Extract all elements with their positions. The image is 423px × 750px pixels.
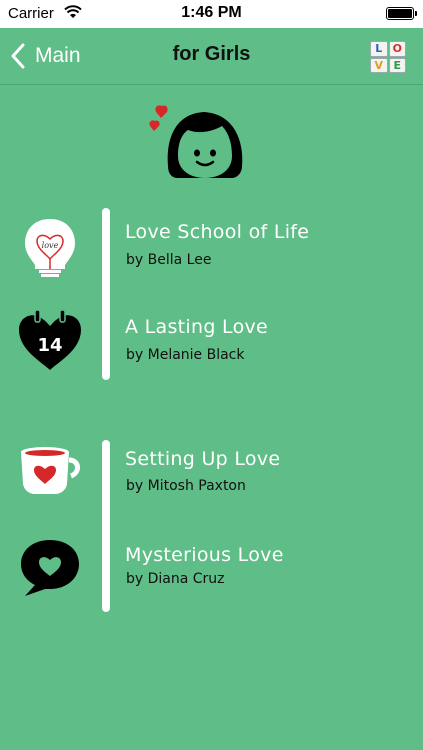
navigation-bar: Main for Girls L O V E	[0, 28, 423, 85]
book-author: by Bella Lee	[126, 252, 212, 268]
page-title: for Girls	[172, 43, 251, 65]
book-title: Love School of Life	[125, 221, 310, 243]
book-author: by Mitosh Paxton	[126, 478, 246, 494]
status-bar: Carrier 1:46 PM	[0, 0, 423, 28]
battery-icon	[386, 7, 417, 20]
lightbulb-heart-icon: love	[25, 219, 75, 277]
love-logo-button[interactable]: L O V E	[370, 41, 406, 73]
logo-letter: O	[388, 41, 406, 57]
book-item-love-school-of-life[interactable]: love Love School of Life by Bella Lee	[0, 215, 423, 305]
book-author: by Diana Cruz	[126, 571, 225, 587]
clock: 1:46 PM	[181, 4, 242, 21]
book-item-mysterious-love[interactable]: Mysterious Love by Diana Cruz	[0, 534, 423, 624]
logo-letter: V	[370, 57, 388, 73]
logo-letter: L	[370, 41, 388, 57]
book-title: A Lasting Love	[125, 316, 269, 338]
book-title: Setting Up Love	[125, 448, 281, 470]
girl-face-icon	[149, 105, 243, 178]
speech-bubble-heart-icon	[21, 540, 79, 596]
book-title: Mysterious Love	[125, 544, 284, 566]
tea-cup-heart-icon	[21, 447, 80, 494]
book-author: by Melanie Black	[126, 347, 245, 363]
heart-calendar-icon: 14	[19, 309, 81, 370]
svg-text:love: love	[42, 241, 59, 250]
calendar-day: 14	[37, 335, 62, 356]
book-item-setting-up-love[interactable]: Setting Up Love by Mitosh Paxton	[0, 438, 423, 528]
book-item-a-lasting-love[interactable]: 14 A Lasting Love by Melanie Black	[0, 308, 423, 398]
logo-letter: E	[388, 57, 406, 73]
